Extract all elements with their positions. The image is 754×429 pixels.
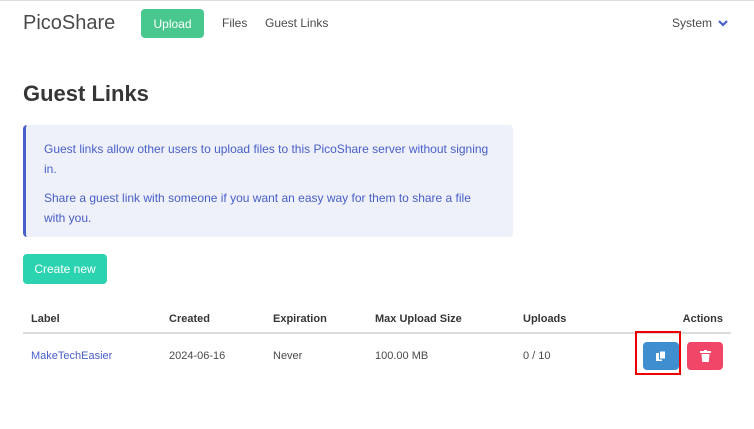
note-text: Share a guest link with someone if you w… — [44, 191, 471, 225]
nav-guest-links[interactable]: Guest Links — [265, 16, 328, 30]
navbar: PicoShare Upload Files Guest Links Syste… — [0, 1, 754, 47]
col-actions: Actions — [597, 306, 731, 334]
chevron-down-icon — [718, 20, 728, 27]
col-expiration: Expiration — [265, 306, 367, 334]
col-uploads: Uploads — [515, 306, 598, 334]
note-text: Guest links allow other users to upload … — [44, 142, 489, 176]
nav-files[interactable]: Files — [222, 16, 247, 30]
uploads-cell: 0 / 10 — [523, 350, 551, 362]
guest-links-table: Label Created Expiration Max Upload Size… — [23, 306, 731, 378]
system-menu[interactable]: System — [672, 16, 728, 30]
brand-logo[interactable]: PicoShare — [23, 12, 115, 35]
delete-link-button[interactable] — [687, 342, 723, 370]
info-notification: Guest links allow other users to upload … — [23, 125, 513, 237]
col-created: Created — [161, 306, 265, 334]
col-max-size: Max Upload Size — [367, 306, 515, 334]
upload-button[interactable]: Upload — [141, 9, 204, 38]
expiration-cell: Never — [273, 350, 303, 362]
highlight-box — [635, 331, 681, 375]
guest-link-label[interactable]: MakeTechEasier — [31, 350, 112, 362]
created-cell: 2024-06-16 — [169, 350, 226, 362]
trash-icon — [699, 350, 711, 362]
system-label: System — [671, 16, 712, 30]
table-row: MakeTechEasier 2024-06-16 Never 100.00 M… — [23, 333, 731, 378]
max-size-cell: 100.00 MB — [375, 350, 429, 362]
create-new-button[interactable]: Create new — [23, 254, 107, 284]
col-label: Label — [23, 306, 161, 334]
page-title: Guest Links — [23, 81, 149, 106]
